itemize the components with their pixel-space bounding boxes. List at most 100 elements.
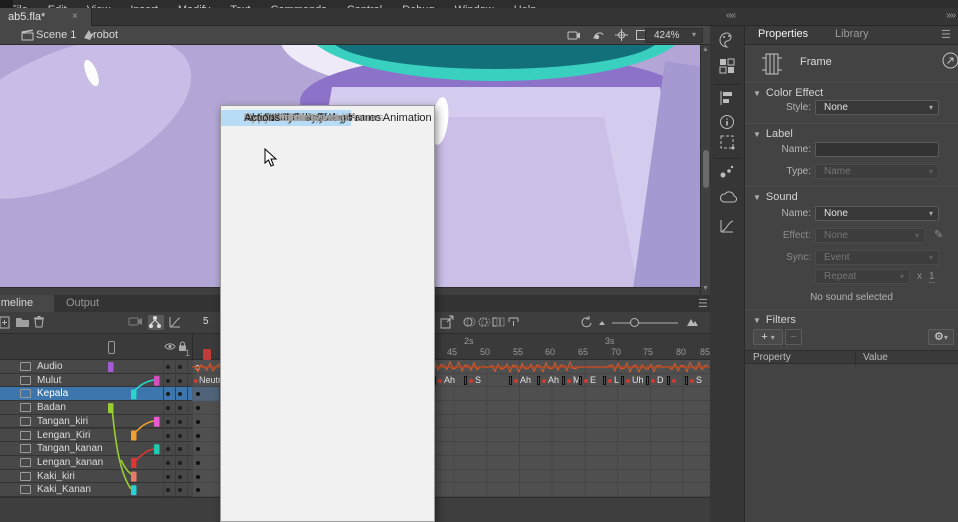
remove-filter-button[interactable]: − (785, 329, 802, 345)
loop-icon[interactable] (580, 315, 596, 330)
edit-multiple-frames-icon[interactable] (492, 315, 508, 330)
keyframe-dot[interactable] (196, 406, 200, 410)
ruler-frame-50: 50 (480, 347, 490, 357)
layer-name[interactable]: Tangan_kanan (37, 443, 103, 454)
rotation-tool-icon[interactable] (585, 29, 599, 42)
keyframe-dot[interactable] (196, 461, 200, 465)
keyframe-red[interactable] (584, 379, 588, 383)
pencil-icon[interactable]: ✎ (934, 228, 943, 241)
breadcrumb-symbol[interactable]: robot (93, 29, 118, 41)
repeat-count-value[interactable]: 1 (929, 271, 935, 283)
keyframe-red[interactable] (651, 379, 655, 383)
transform-panel-icon[interactable] (719, 134, 737, 152)
lipsync-label-ah: Ah (444, 375, 455, 385)
info-panel-icon[interactable] (719, 114, 737, 132)
playhead-marker[interactable] (203, 349, 211, 360)
camera-icon[interactable] (560, 29, 574, 42)
tab-properties[interactable]: Properties (758, 28, 808, 40)
close-tab-icon[interactable]: × (72, 11, 78, 22)
add-filter-button[interactable]: + ▾ (753, 329, 783, 345)
keyframe-red[interactable] (690, 379, 694, 383)
zoom-in-frames-icon[interactable] (686, 315, 702, 330)
section-sound[interactable]: ▼Sound (753, 191, 798, 203)
tab-timeline[interactable]: Timeline (0, 295, 54, 312)
scroll-up-icon[interactable]: ▲ (702, 46, 709, 53)
scrollbar-thumb[interactable] (703, 150, 709, 188)
keyframe-red[interactable] (626, 379, 630, 383)
keyframe-dot[interactable] (196, 434, 200, 438)
delete-layer-icon[interactable] (33, 315, 49, 330)
keyframe-marker[interactable] (621, 376, 624, 385)
parenting-view-icon[interactable] (148, 315, 164, 330)
onion-skin-icon[interactable] (463, 315, 479, 330)
style-select[interactable]: None ▾ (815, 100, 939, 115)
keyframe-marker[interactable] (509, 376, 512, 385)
section-label[interactable]: ▼Label (753, 128, 793, 140)
layer-name[interactable]: Lengan_kanan (37, 457, 103, 468)
keyframe-red[interactable] (469, 379, 473, 383)
panel-menu-icon[interactable]: ☰ (941, 28, 951, 41)
label-name-input[interactable] (815, 142, 939, 157)
keyframe-marker[interactable] (667, 376, 670, 385)
keyframe-red[interactable] (567, 379, 571, 383)
keyframe-dot[interactable] (196, 420, 200, 424)
graph-editor-icon[interactable] (168, 315, 184, 330)
zoom-slider-handle[interactable] (630, 318, 639, 327)
keyframe-red[interactable] (608, 379, 612, 383)
panel-menu-icon[interactable]: ☰ (698, 297, 708, 310)
keyframe-red[interactable] (542, 379, 546, 383)
layer-name[interactable]: Audio (37, 361, 63, 372)
center-stage-icon[interactable] (608, 29, 622, 42)
filter-options-gear-button[interactable]: ⚙▾ (928, 329, 954, 345)
keyframe-marker[interactable] (685, 376, 688, 385)
keyframe-marker[interactable] (562, 376, 565, 385)
swatches-panel-icon[interactable] (719, 58, 737, 76)
color-panel-icon[interactable] (719, 32, 737, 50)
modify-markers-icon[interactable] (507, 315, 523, 330)
keyframe-dot[interactable] (196, 475, 200, 479)
zoom-slider-track[interactable] (612, 322, 678, 324)
breadcrumb-scene[interactable]: Scene 1 (36, 29, 76, 41)
keyframe-dot[interactable] (196, 447, 200, 451)
camera-toggle-icon[interactable] (128, 315, 144, 330)
new-folder-icon[interactable] (15, 315, 31, 330)
document-tab[interactable]: ab5.fla* × (0, 8, 92, 26)
keyframe-marker[interactable] (603, 376, 606, 385)
stage-vertical-scrollbar[interactable]: ▲ ▼ (700, 45, 710, 295)
scroll-down-icon[interactable]: ▼ (702, 285, 709, 292)
layer-name[interactable]: Kaki_Kanan (37, 484, 91, 495)
keyframe-red[interactable] (194, 379, 198, 383)
motion-graph-icon[interactable] (719, 218, 737, 236)
collapse-dock-icon[interactable]: «« (726, 10, 735, 21)
sound-name-select[interactable]: None ▾ (815, 206, 939, 221)
keyframe-marker[interactable] (464, 376, 467, 385)
layer-name[interactable]: Kepala (37, 388, 68, 399)
keyframe-red[interactable] (514, 379, 518, 383)
section-color-effect[interactable]: ▼Color Effect (753, 87, 823, 99)
layer-name[interactable]: Kaki_kiri (37, 471, 75, 482)
keyframe-marker[interactable] (537, 376, 540, 385)
divider (745, 309, 958, 310)
layer-name[interactable]: Badan (37, 402, 66, 413)
brush-library-icon[interactable] (719, 164, 737, 182)
collapse-props-icon[interactable]: »» (946, 10, 955, 21)
keyframe-red[interactable] (438, 379, 442, 383)
layer-name[interactable]: Tangan_kiri (37, 416, 88, 427)
cc-libraries-icon[interactable] (719, 190, 737, 208)
clip-content-icon[interactable] (628, 29, 642, 42)
zoom-level-select[interactable]: 424% ▾ (645, 28, 703, 43)
app-logo-icon[interactable] (0, 0, 13, 8)
tab-output[interactable]: Output (58, 295, 112, 312)
layer-name[interactable]: Mulut (37, 375, 61, 386)
new-layer-icon[interactable] (0, 315, 12, 330)
align-panel-icon[interactable] (719, 90, 737, 108)
keyframe-marker[interactable] (579, 376, 582, 385)
section-filters[interactable]: ▼Filters (753, 314, 796, 326)
layer-name[interactable]: Lengan_Kiri (37, 430, 90, 441)
context-item-actions[interactable]: Actions (221, 110, 280, 126)
keyframe-dot[interactable] (196, 488, 200, 492)
tab-library[interactable]: Library (835, 28, 869, 40)
export-frame-icon[interactable] (440, 315, 456, 330)
keyframe-marker[interactable] (646, 376, 649, 385)
keyframe-red[interactable] (672, 379, 676, 383)
